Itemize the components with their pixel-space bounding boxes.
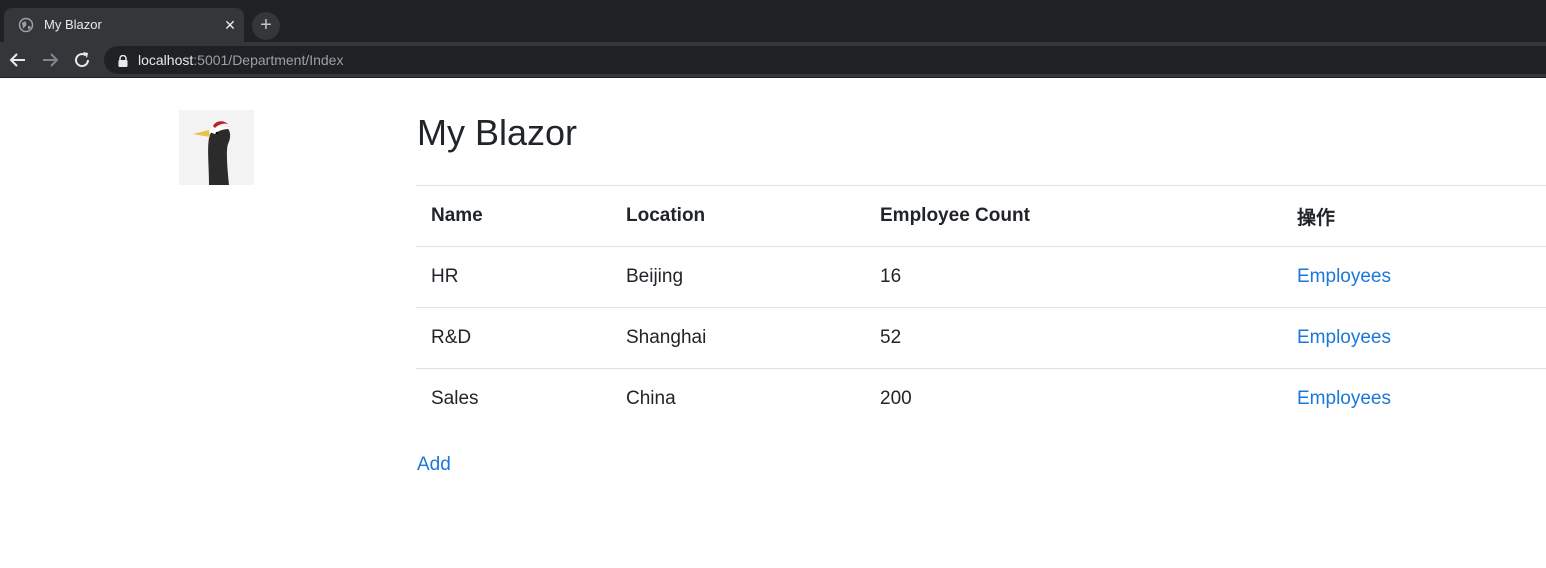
close-icon[interactable]: ✕ [222, 17, 238, 33]
url-text: localhost:5001/Department/Index [138, 52, 343, 68]
cell-name: HR [431, 266, 459, 287]
lock-icon[interactable] [118, 54, 128, 67]
forward-arrow-icon[interactable] [38, 48, 62, 72]
plus-icon[interactable]: + [252, 12, 280, 40]
page-title: My Blazor [417, 112, 578, 153]
employees-link[interactable]: Employees [1297, 327, 1391, 348]
cell-action: Employees [1282, 368, 1546, 430]
table-header-row: Name Location Employee Count 操作 [416, 185, 1546, 247]
url-host: localhost [138, 52, 194, 68]
employees-link[interactable]: Employees [1297, 266, 1391, 287]
employees-link[interactable]: Employees [1297, 388, 1391, 409]
table-row: R&D Shanghai 52 Employees [416, 307, 1546, 369]
add-link[interactable]: Add [417, 453, 451, 477]
browser-tab[interactable]: My Blazor ✕ [4, 8, 244, 42]
cell-count: 200 [865, 368, 1282, 430]
table-row: Sales China 200 Employees [416, 368, 1546, 430]
browser-toolbar: localhost:5001/Department/Index [0, 42, 1546, 78]
cell-count: 52 [865, 307, 1282, 369]
cell-action: Employees [1282, 247, 1546, 308]
url-path: :5001/Department/Index [193, 52, 344, 68]
cell-action: Employees [1282, 307, 1546, 369]
crane-logo [179, 110, 254, 185]
header-location: Location [611, 185, 865, 247]
reload-icon[interactable] [70, 48, 94, 72]
globe-icon [18, 17, 34, 33]
cell-name: R&D [416, 307, 611, 369]
page-content: My Blazor Name Location Employee Count 操… [0, 79, 1546, 568]
department-table: Name Location Employee Count 操作 HR Beiji… [416, 185, 1546, 430]
browser-tab-strip: My Blazor ✕ + [0, 0, 1546, 42]
address-bar[interactable]: localhost:5001/Department/Index [104, 46, 1546, 74]
header-actions: 操作 [1282, 185, 1546, 247]
cell-location: China [611, 368, 865, 430]
cell-location: Shanghai [611, 307, 865, 369]
header-employee-count: Employee Count [865, 185, 1282, 247]
cell-location: Beijing [626, 266, 684, 287]
back-arrow-icon[interactable] [6, 48, 30, 72]
header-name: Name [416, 185, 611, 247]
cell-count: 16 [880, 266, 902, 287]
cell-name: Sales [416, 368, 611, 430]
tab-title: My Blazor [44, 17, 102, 32]
table-row: HR Beijing 16 Employees [416, 247, 1546, 308]
